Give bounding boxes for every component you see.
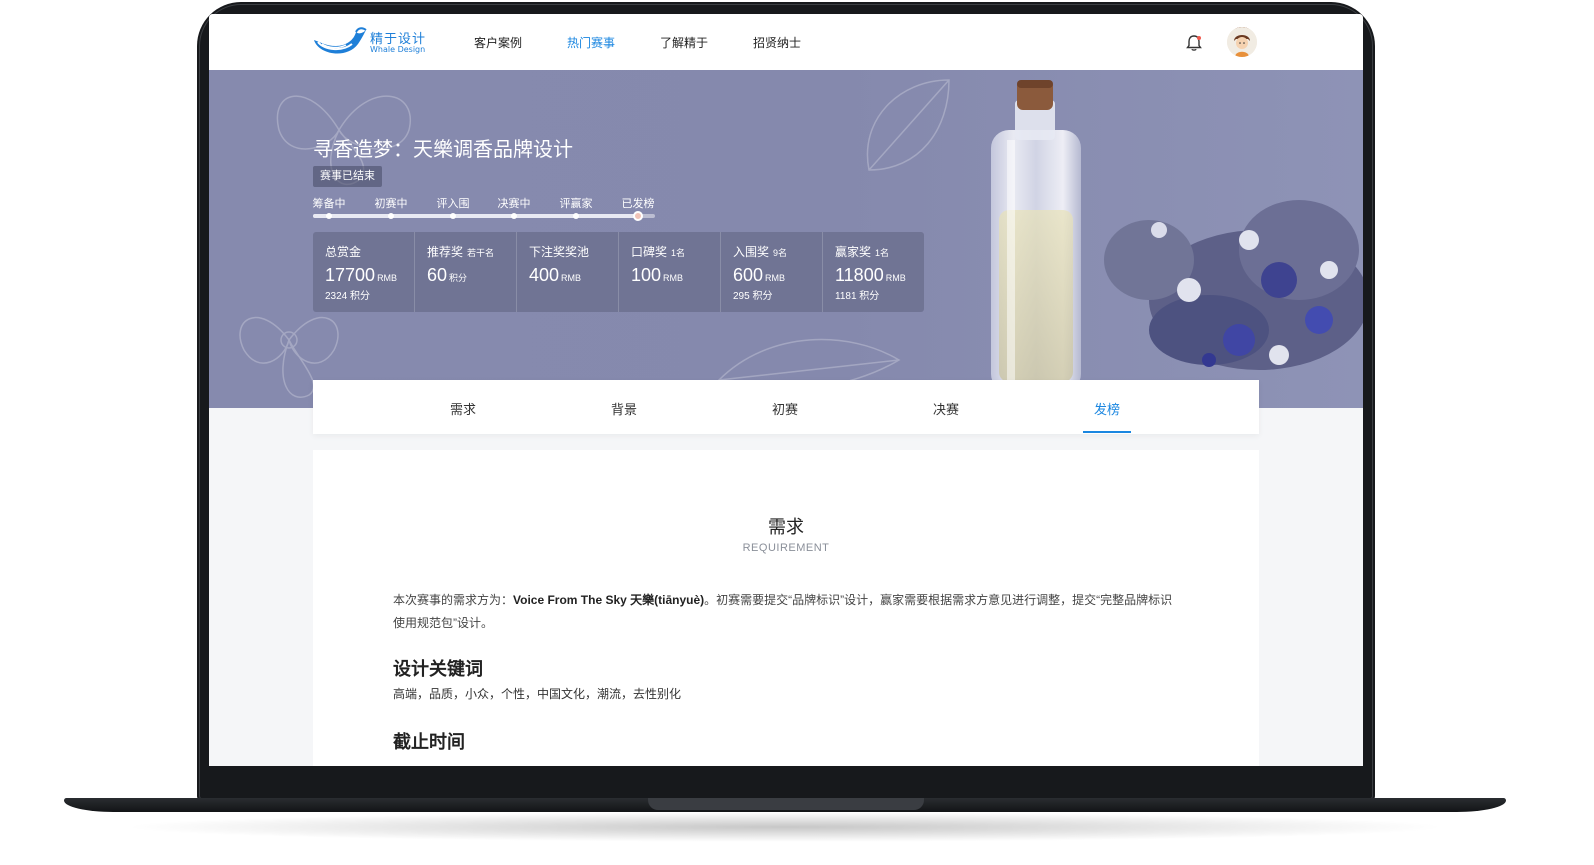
prize-unit: RMB [765,273,786,283]
prize-label: 口碑奖 [631,245,668,259]
prize-label: 下注奖奖池 [529,245,590,259]
section-subtitle: REQUIREMENT [742,542,830,554]
stage-progress: 筹备中 初赛中 评入围 决赛中 评赢家 已发榜 [313,195,655,225]
keywords-heading: 设计关键词 [393,659,483,679]
progress-fill [313,214,638,218]
prize-value: 400 [529,265,560,285]
step-label: 已发榜 [621,198,655,210]
prize-value: 17700 [325,265,376,285]
mockup-stage: 精于设计 Whale Design 客户案例 热门赛事 了解精于 招贤纳士 寻香… [0,0,1594,865]
prize-winner: 赢家奖 1名 11800 RMB 1181 积分 [822,232,924,312]
prize-reputation: 口碑奖 1名 100 RMB [618,232,720,312]
status-badge: 赛事已结束 [313,166,382,187]
prize-label: 推荐奖 [427,245,464,259]
nav-item-about[interactable]: 了解精于 [660,34,708,51]
prize-unit: 积分 [449,273,468,283]
prize-recommend: 推荐奖 若干名 60 积分 [414,232,516,312]
tab-preliminary[interactable]: 初赛 [772,399,798,418]
prize-panel: 总赏金 17700 RMB 2324 积分 推荐奖 若干名 60 积分 下注奖奖池 4… [313,232,924,312]
active-tab-indicator [1083,431,1131,433]
nav-item-careers[interactable]: 招贤纳士 [753,34,801,51]
requirement-panel: 需求 REQUIREMENT 本次赛事的需求方为：Voice From The … [313,450,1259,766]
step-dot-current [633,211,643,221]
keywords-list: 高端，品质，小众，个性，中国文化，潮流，去性别化 [393,687,682,701]
nav-item-cases[interactable]: 客户案例 [474,34,522,51]
tab-final[interactable]: 决赛 [933,399,959,418]
prize-count: 9名 [773,248,788,258]
prize-count: 1名 [671,248,686,258]
prize-value: 600 [733,265,764,285]
tab-background[interactable]: 背景 [611,399,637,418]
step-label: 决赛中 [497,198,531,210]
top-nav: 精于设计 Whale Design 客户案例 热门赛事 了解精于 招贤纳士 [209,14,1363,70]
step-dot [326,213,332,219]
prize-label: 入围奖 [733,245,770,259]
prize-label: 总赏金 [325,245,362,259]
prize-value: 11800 [835,265,884,285]
step-dot [573,213,579,219]
perfume-bottle-image [991,80,1363,392]
step-label: 筹备中 [312,198,346,210]
section-title: 需求 [768,517,804,537]
prize-label: 赢家奖 [835,245,872,259]
deadline-heading: 截止时间 [393,732,465,752]
prize-bet-pool: 下注奖奖池 400 RMB [516,232,618,312]
prize-count: 若干名 [467,248,495,258]
step-dot [511,213,517,219]
prize-finalist: 入围奖 9名 600 RMB 295 积分 [720,232,822,312]
laptop-notch [648,798,924,810]
prize-value: 100 [631,265,662,285]
step-label: 评赢家 [559,198,593,210]
prize-unit: RMB [561,273,582,283]
tab-requirement[interactable]: 需求 [450,399,476,418]
tab-results[interactable]: 发榜 [1094,399,1120,418]
bell-icon[interactable] [1184,33,1204,53]
nav-item-contests[interactable]: 热门赛事 [567,34,615,51]
laptop-screen: 精于设计 Whale Design 客户案例 热门赛事 了解精于 招贤纳士 寻香… [209,14,1363,766]
prize-points: 2324 积分 [325,291,371,302]
step-label: 评入围 [436,198,470,210]
logo-text-en: Whale Design [370,45,426,54]
para-client: Voice From The Sky 天樂(tiānyuè) [513,593,705,607]
step-label: 初赛中 [374,198,408,210]
prize-unit: RMB [377,273,398,283]
prize-total: 总赏金 17700 RMB 2324 积分 [313,232,414,312]
prize-points: 295 积分 [733,291,773,302]
whale-logo-icon [314,27,367,54]
contest-title: 寻香造梦：天樂调香品牌设计 [313,139,573,161]
step-dot [388,213,394,219]
contest-banner: 寻香造梦：天樂调香品牌设计 赛事已结束 筹备中 初赛中 评入围 决赛中 评赢家 … [209,70,1363,408]
requirement-paragraph: 本次赛事的需求方为：Voice From The Sky 天樂(tiānyuè)… [393,589,1183,635]
laptop-shadow [120,812,1450,842]
para-prefix: 本次赛事的需求方为： [393,593,514,607]
prize-count: 1名 [875,248,890,258]
user-avatar[interactable] [1227,27,1257,57]
prize-unit: RMB [885,273,906,283]
prize-value: 60 [427,265,448,285]
step-dot [450,213,456,219]
contest-tabs: 需求 背景 初赛 决赛 发榜 [313,380,1259,434]
avatar-illustration-icon [1227,27,1257,57]
brand-logo[interactable]: 精于设计 Whale Design [312,26,432,60]
prize-unit: RMB [663,273,684,283]
prize-points: 1181 积分 [835,291,880,302]
